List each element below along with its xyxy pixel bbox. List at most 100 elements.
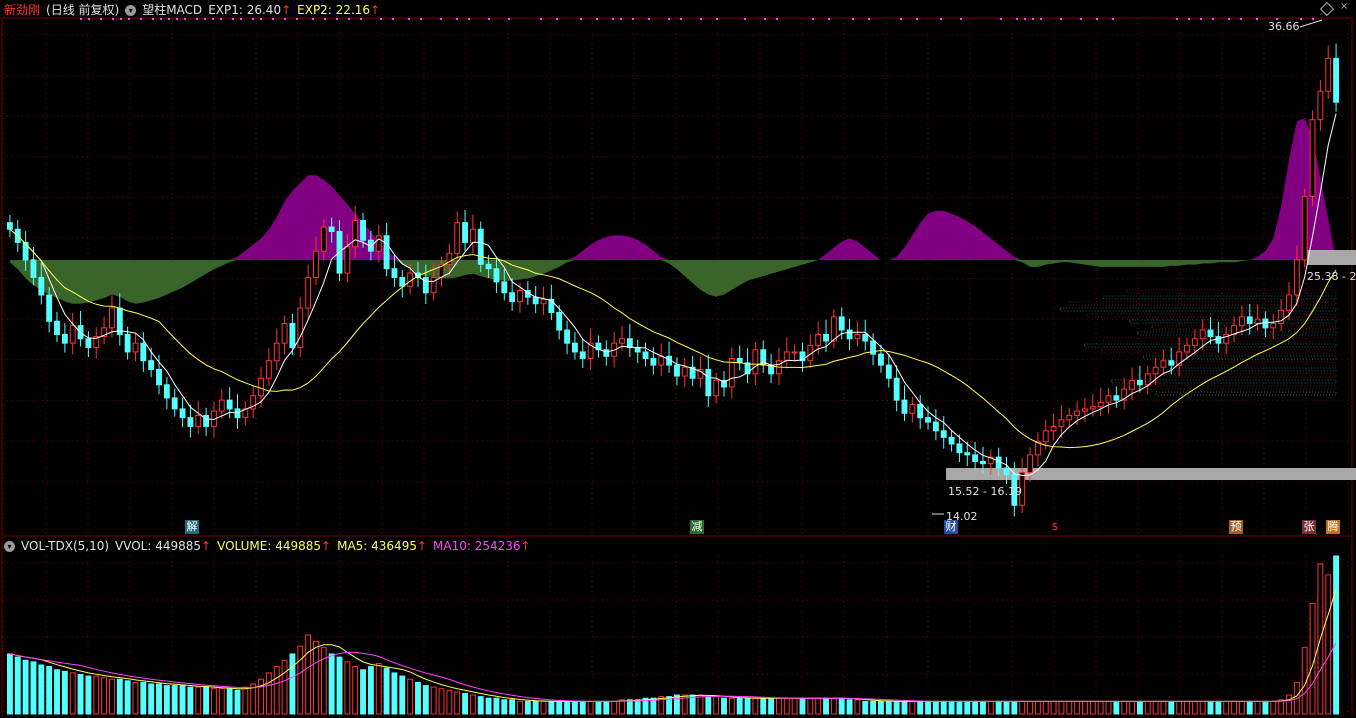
event-marker[interactable]: $ bbox=[1048, 520, 1062, 534]
stock-name[interactable]: 新劲刚 bbox=[4, 1, 40, 19]
volume-bar bbox=[328, 653, 335, 715]
volume-bar bbox=[1136, 700, 1143, 715]
volume-bar bbox=[807, 697, 814, 715]
event-marker[interactable]: 预 bbox=[1229, 520, 1243, 534]
volume-bar bbox=[407, 678, 414, 715]
volume-bar bbox=[972, 700, 979, 715]
event-marker[interactable]: 腾 bbox=[1326, 520, 1340, 534]
volume-bar bbox=[736, 697, 743, 715]
volume-bar bbox=[870, 700, 877, 715]
resistance-zone-label: 25.38 - 2 bbox=[1307, 270, 1356, 283]
event-marker[interactable]: 财 bbox=[944, 520, 958, 534]
volume-bar bbox=[171, 685, 178, 715]
up-arrow-icon: ↑ bbox=[201, 539, 212, 553]
volume-bar bbox=[187, 686, 194, 715]
volume-bar bbox=[634, 699, 641, 715]
volume-bar bbox=[885, 700, 892, 715]
volume-bar bbox=[838, 697, 845, 715]
volume-bar bbox=[305, 634, 312, 715]
volume-bar bbox=[548, 700, 555, 715]
volume-bar bbox=[791, 697, 798, 715]
event-marker[interactable]: 张 bbox=[1302, 520, 1316, 534]
volume-bar bbox=[893, 700, 900, 715]
volume-bar bbox=[783, 697, 790, 715]
vvol-label: VVOL: 449885 bbox=[115, 539, 202, 553]
volume-bar bbox=[226, 688, 233, 715]
volume-bar bbox=[1191, 700, 1198, 715]
volume-bar bbox=[909, 700, 916, 715]
volume-bar bbox=[1113, 700, 1120, 715]
volume-bar bbox=[1262, 700, 1269, 715]
volume-ma5-line bbox=[9, 589, 1337, 702]
volume-chart[interactable] bbox=[0, 0, 1356, 718]
volume-bar bbox=[493, 697, 500, 715]
volume-bar bbox=[375, 662, 382, 715]
volume-bar bbox=[1223, 700, 1230, 715]
volume-bar bbox=[250, 683, 257, 715]
volume-bar bbox=[156, 683, 162, 715]
volume-bar bbox=[595, 700, 602, 715]
volume-bar bbox=[1333, 555, 1340, 715]
volume-bar bbox=[1270, 700, 1277, 715]
volume-bar bbox=[462, 692, 468, 715]
volume-bar bbox=[940, 700, 947, 715]
volume-bar bbox=[1184, 700, 1190, 715]
up-arrow-icon: ↑ bbox=[416, 539, 428, 553]
volume-bar bbox=[203, 686, 210, 715]
volume-bar bbox=[54, 669, 60, 715]
volume-bar bbox=[611, 700, 618, 715]
volume-bar bbox=[1034, 700, 1041, 715]
volume-bar bbox=[399, 675, 406, 715]
volume-bar bbox=[1105, 700, 1112, 715]
volume-bar bbox=[14, 656, 21, 715]
volume-bar bbox=[1278, 699, 1285, 715]
event-marker[interactable]: 减 bbox=[690, 520, 704, 534]
volume-bar bbox=[1199, 700, 1206, 715]
volume-bar bbox=[728, 697, 735, 715]
volume-bar bbox=[776, 697, 782, 715]
volume-bar bbox=[964, 700, 971, 715]
volume-bar bbox=[509, 699, 516, 715]
volume-value: VOLUME: 449885↑ bbox=[217, 537, 331, 555]
stock-chart-window: 新劲刚 (日线 前复权) ▾ 望柱MACD EXP1: 26.40↑ EXP2:… bbox=[0, 0, 1356, 718]
volume-bar bbox=[603, 700, 610, 715]
close-icon[interactable]: × bbox=[1340, 2, 1350, 12]
volume-bar bbox=[524, 700, 531, 715]
settings-icon[interactable]: ▾ bbox=[125, 4, 137, 16]
volume-bar bbox=[352, 666, 359, 715]
volume-bar bbox=[1050, 700, 1057, 715]
volume-bar bbox=[391, 672, 398, 715]
volume-bar bbox=[744, 697, 751, 715]
volume-bar bbox=[619, 699, 625, 715]
volume-header: ▾ VOL-TDX(5,10) VVOL: 449885↑ VOLUME: 44… bbox=[4, 537, 531, 555]
volume-bar bbox=[823, 697, 829, 715]
volume-bar bbox=[1144, 700, 1151, 715]
volume-bar bbox=[1286, 694, 1292, 715]
volume-bar bbox=[477, 696, 484, 715]
volume-bar bbox=[85, 675, 92, 715]
volume-bar bbox=[673, 694, 680, 715]
vol-indicator-name[interactable]: VOL-TDX(5,10) bbox=[21, 537, 109, 555]
volume-bar bbox=[485, 697, 492, 715]
indicator-name[interactable]: 望柱MACD bbox=[142, 1, 202, 19]
settings-icon[interactable]: ▾ bbox=[4, 540, 15, 552]
volume-bar bbox=[61, 670, 68, 715]
exp1-label: EXP1: 26.40 bbox=[208, 3, 282, 17]
volume-bar bbox=[116, 678, 123, 715]
volume-bar bbox=[336, 656, 343, 715]
volume-bar bbox=[195, 686, 202, 715]
event-marker[interactable]: 解 bbox=[185, 520, 199, 534]
volume-bar bbox=[265, 672, 272, 715]
volume-bar bbox=[579, 700, 586, 715]
volume-bar bbox=[289, 653, 296, 715]
volume-bar bbox=[705, 696, 712, 715]
volume-bar bbox=[140, 681, 147, 715]
volume-bar bbox=[1254, 700, 1261, 715]
volume-bar bbox=[148, 683, 155, 715]
volume-bar bbox=[956, 700, 963, 715]
volume-bar bbox=[22, 659, 29, 715]
volume-bar bbox=[901, 700, 908, 715]
volume-bar bbox=[446, 689, 453, 715]
volume-bar bbox=[1058, 700, 1065, 715]
volume-bar bbox=[587, 700, 594, 715]
